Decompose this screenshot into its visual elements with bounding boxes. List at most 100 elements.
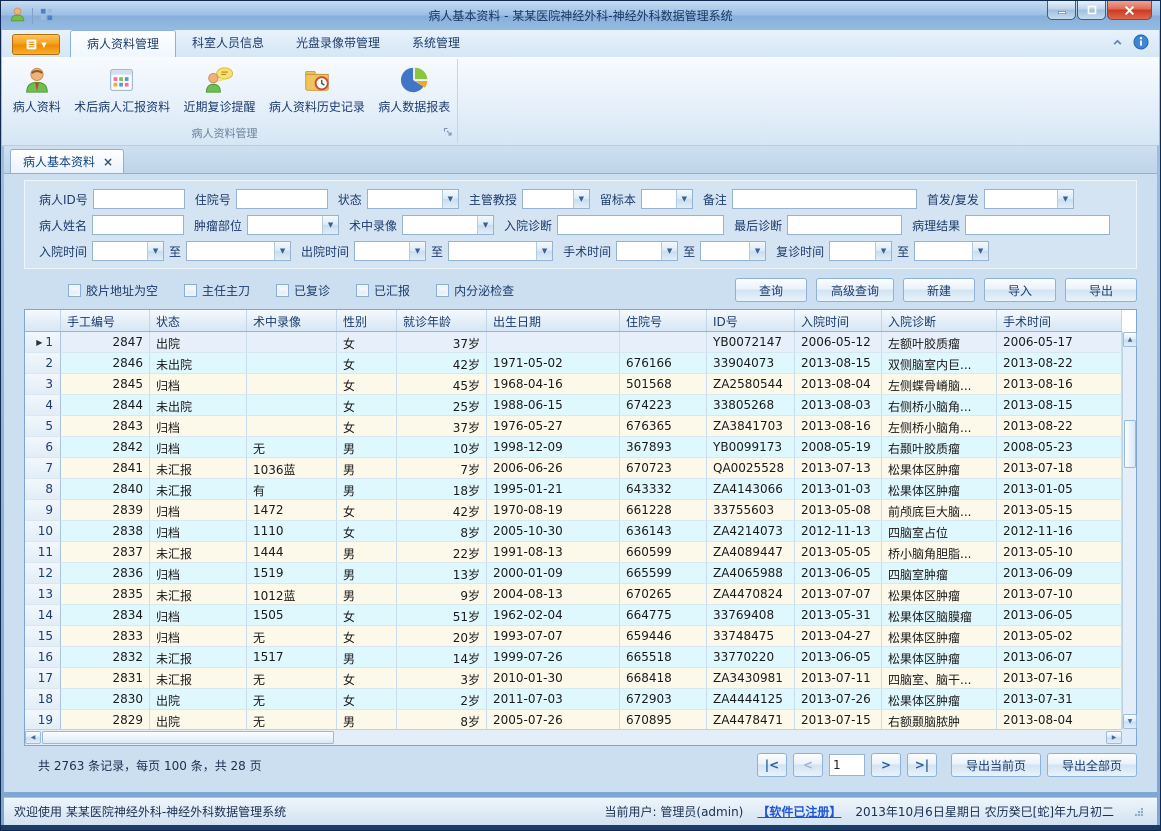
export-current-page-button[interactable]: 导出当前页 <box>951 753 1041 777</box>
table-row[interactable]: 122836归档1519男13岁2000-01-09665599ZA406598… <box>25 563 1122 584</box>
column-header-7[interactable]: 住院号 <box>620 310 707 331</box>
filter-combo-revisit-to[interactable]: ▼ <box>914 241 989 261</box>
scroll-down-icon[interactable]: ▼ <box>1123 714 1137 729</box>
table-row[interactable]: ▶12847出院女37岁YB00721472006-05-12左额叶胶质瘤200… <box>25 332 1122 353</box>
dropdown-arrow-icon[interactable]: ▼ <box>147 242 163 260</box>
column-header-5[interactable]: 就诊年龄 <box>397 310 487 331</box>
scroll-up-icon[interactable]: ▲ <box>1123 332 1137 347</box>
resize-grip[interactable] <box>1134 807 1143 816</box>
title-bar[interactable]: 病人基本资料 - 某某医院神经外科-神经外科数据管理系统 <box>1 1 1160 30</box>
column-header-4[interactable]: 性别 <box>337 310 397 331</box>
row-selector[interactable]: 5 <box>25 416 61 437</box>
table-row[interactable]: 132835未汇报1012蓝男9岁2004-08-13670265ZA44708… <box>25 584 1122 605</box>
ribbon-tab-disc-video-management[interactable]: 光盘录像带管理 <box>280 30 396 57</box>
table-row[interactable]: 22846未出院女42岁1971-05-02676166339040732013… <box>25 353 1122 374</box>
ribbon-button-postop-report[interactable]: 术后病人汇报资料 <box>68 62 176 118</box>
maximize-button[interactable] <box>1077 1 1106 20</box>
table-row[interactable]: 72841未汇报1036蓝男7岁2006-06-26670723QA002552… <box>25 458 1122 479</box>
row-selector[interactable]: 6 <box>25 437 61 458</box>
filter-input-admission-diagnosis[interactable] <box>557 215 724 235</box>
dropdown-arrow-icon[interactable]: ▼ <box>1057 190 1073 208</box>
table-row[interactable]: 162832未汇报1517男14岁1999-07-266655183377022… <box>25 647 1122 668</box>
ribbon-tab-department-staff[interactable]: 科室人员信息 <box>176 30 280 57</box>
horizontal-scrollbar[interactable]: ◀ ▶ <box>25 729 1122 745</box>
column-header-11[interactable]: 手术时间 <box>997 310 1122 331</box>
table-row[interactable]: 42844未出院女25岁1988-06-15674223338052682013… <box>25 395 1122 416</box>
filter-combo-surgery-to[interactable]: ▼ <box>700 241 766 261</box>
row-selector[interactable]: 19 <box>25 710 61 729</box>
row-selector[interactable]: 2 <box>25 353 61 374</box>
row-selector[interactable]: 7 <box>25 458 61 479</box>
checkbox-chief-surgeon-operated[interactable]: 主任主刀 <box>184 282 250 299</box>
filter-combo-discharge-to[interactable]: ▼ <box>448 241 553 261</box>
form-layout-icon[interactable] <box>39 7 54 25</box>
table-row[interactable]: 32845归档女45岁1968-04-16501568ZA25805442013… <box>25 374 1122 395</box>
scroll-right-icon[interactable]: ▶ <box>1106 731 1122 744</box>
filter-input-patient-name[interactable] <box>92 215 184 235</box>
row-selector[interactable]: 15 <box>25 626 61 647</box>
filter-combo-revisit-from[interactable]: ▼ <box>829 241 892 261</box>
export-button[interactable]: 导出 <box>1065 278 1137 302</box>
row-selector[interactable]: 9 <box>25 500 61 521</box>
row-selector[interactable]: 17 <box>25 668 61 689</box>
dropdown-arrow-icon[interactable]: ▼ <box>274 242 290 260</box>
dropdown-arrow-icon[interactable]: ▼ <box>573 190 589 208</box>
ribbon-tab-patient-data-management[interactable]: 病人资料管理 <box>70 30 176 57</box>
export-all-pages-button[interactable]: 导出全部页 <box>1047 753 1137 777</box>
last-page-button[interactable]: >| <box>907 753 937 777</box>
table-row[interactable]: 112837未汇报1444男22岁1991-08-13660599ZA40894… <box>25 542 1122 563</box>
dialog-launcher-icon[interactable] <box>443 126 453 140</box>
close-button[interactable] <box>1107 1 1152 20</box>
row-selector[interactable]: 14 <box>25 605 61 626</box>
row-selector[interactable]: 10 <box>25 521 61 542</box>
tab-patient-basic-data[interactable]: 病人基本资料 × <box>10 149 124 173</box>
license-registered-link[interactable]: 【软件已注册】 <box>757 803 841 820</box>
table-row[interactable]: 52843归档女37岁1976-05-27676365ZA38417032013… <box>25 416 1122 437</box>
filter-input-patient-id[interactable] <box>93 189 185 209</box>
vertical-scrollbar[interactable]: ▲ ▼ <box>1122 332 1136 729</box>
filter-input-final-diagnosis[interactable] <box>787 215 902 235</box>
collapse-ribbon-icon[interactable] <box>1112 37 1123 51</box>
row-selector[interactable]: 16 <box>25 647 61 668</box>
scroll-left-icon[interactable]: ◀ <box>25 731 41 744</box>
vertical-scrollbar-thumb[interactable] <box>1124 420 1136 468</box>
row-selector[interactable]: 8 <box>25 479 61 500</box>
dropdown-arrow-icon[interactable]: ▼ <box>875 242 891 260</box>
column-header-10[interactable]: 入院诊断 <box>882 310 997 331</box>
row-selector[interactable]: 18 <box>25 689 61 710</box>
dropdown-arrow-icon[interactable]: ▼ <box>442 190 458 208</box>
table-row[interactable]: 192829出院无男8岁2005-07-26670895ZA4478471201… <box>25 710 1122 729</box>
filter-input-hospital-no[interactable] <box>236 189 328 209</box>
filter-combo-professor[interactable]: ▼ <box>522 189 590 209</box>
dropdown-arrow-icon[interactable]: ▼ <box>322 216 338 234</box>
row-selector[interactable]: ▶1 <box>25 332 61 353</box>
dropdown-arrow-icon[interactable]: ▼ <box>477 216 493 234</box>
dropdown-arrow-icon[interactable]: ▼ <box>972 242 988 260</box>
ribbon-button-patient[interactable]: 病人资料 <box>7 62 67 118</box>
table-row[interactable]: 92839归档1472女42岁1970-08-19661228337556032… <box>25 500 1122 521</box>
ribbon-button-history-record[interactable]: 病人资料历史记录 <box>263 62 371 118</box>
filter-combo-admission-to[interactable]: ▼ <box>186 241 291 261</box>
column-header-9[interactable]: 入院时间 <box>795 310 882 331</box>
filter-input-pathology-result[interactable] <box>965 215 1110 235</box>
dropdown-arrow-icon[interactable]: ▼ <box>536 242 552 260</box>
table-row[interactable]: 82840未汇报有男18岁1995-01-21643332ZA414306620… <box>25 479 1122 500</box>
filter-combo-surgery-from[interactable]: ▼ <box>616 241 678 261</box>
import-button[interactable]: 导入 <box>984 278 1056 302</box>
column-header-6[interactable]: 出生日期 <box>487 310 620 331</box>
close-tab-icon[interactable]: × <box>103 155 113 169</box>
column-header-3[interactable]: 术中录像 <box>247 310 337 331</box>
dropdown-arrow-icon[interactable]: ▼ <box>749 242 765 260</box>
row-selector[interactable]: 13 <box>25 584 61 605</box>
horizontal-scrollbar-thumb[interactable] <box>42 731 334 744</box>
table-row[interactable]: 172831未汇报无女3岁2010-01-30668418ZA343098120… <box>25 668 1122 689</box>
filter-combo-tumor-site[interactable]: ▼ <box>247 215 339 235</box>
column-header-2[interactable]: 状态 <box>150 310 247 331</box>
application-menu-button[interactable]: ▼ <box>12 34 60 55</box>
new-button[interactable]: 新建 <box>903 278 975 302</box>
filter-combo-intraop-video[interactable]: ▼ <box>402 215 494 235</box>
dropdown-arrow-icon[interactable]: ▼ <box>409 242 425 260</box>
row-selector[interactable]: 4 <box>25 395 61 416</box>
page-number-input[interactable] <box>829 754 865 776</box>
checkbox-reported[interactable]: 已汇报 <box>356 282 410 299</box>
